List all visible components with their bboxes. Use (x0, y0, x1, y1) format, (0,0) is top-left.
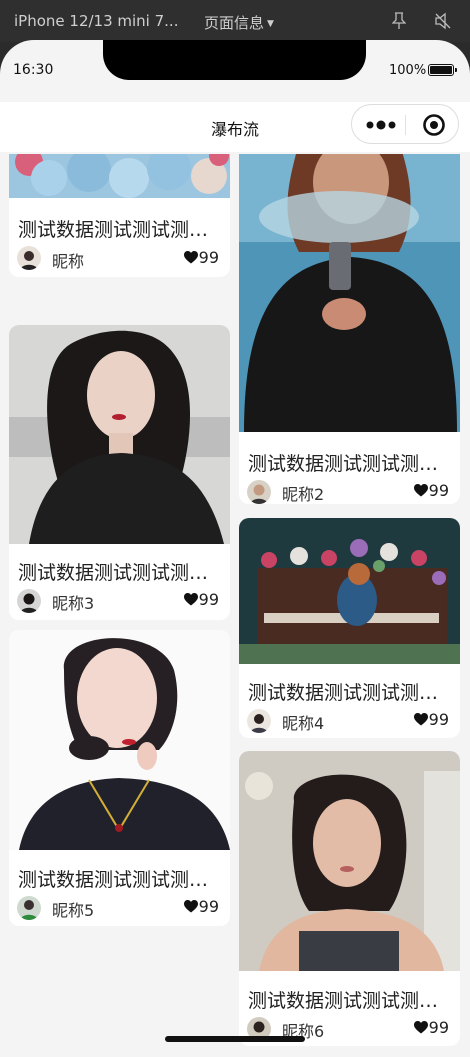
waterfall-feed[interactable]: 测试数据测试测试测试测试测试 昵称 99 测试数据测试测试测试测试测试 (0, 154, 470, 1057)
more-icon[interactable] (366, 120, 396, 130)
heart-icon (183, 593, 198, 606)
devtools-toolbar: iPhone 12/13 mini 7... 页面信息 ▼ (0, 0, 470, 42)
close-miniprogram-icon[interactable] (422, 113, 446, 137)
heart-icon (413, 484, 428, 497)
card-image (239, 154, 460, 432)
phone-notch (103, 40, 366, 80)
card-title: 测试数据测试测试测试测试测试 (248, 682, 451, 704)
navigation-bar: 瀑布流 (0, 102, 470, 152)
phone-screen: 16:30 100% 瀑布流 测试数据测试测试测试测试测试 (0, 40, 470, 1057)
like-count[interactable]: 99 (413, 1018, 449, 1037)
like-count-value: 99 (198, 897, 219, 916)
feed-card[interactable]: 测试数据测试测试测试测试测试 昵称3 99 (9, 325, 230, 620)
device-selector[interactable]: iPhone 12/13 mini 7... (14, 12, 178, 30)
like-count-value: 99 (428, 481, 449, 500)
card-image (9, 325, 230, 544)
status-time: 16:30 (13, 62, 54, 78)
card-title: 测试数据测试测试测试测试测试 (18, 562, 221, 584)
like-count[interactable]: 99 (413, 481, 449, 500)
card-image (239, 751, 460, 971)
card-nickname: 昵称 (52, 252, 85, 271)
feed-card[interactable]: 测试数据测试测试测试测试测试 昵称2 99 (239, 154, 460, 504)
feed-card[interactable]: 测试数据测试测试测试测试测试 昵称4 99 (239, 518, 460, 738)
home-indicator[interactable] (165, 1036, 305, 1042)
heart-icon (183, 900, 198, 913)
card-image (9, 154, 230, 198)
card-nickname: 昵称2 (282, 485, 325, 504)
card-image (239, 518, 460, 664)
like-count-value: 99 (198, 590, 219, 609)
chevron-down-icon: ▼ (267, 19, 274, 29)
battery-icon (428, 64, 457, 76)
pin-icon[interactable] (392, 12, 406, 30)
heart-icon (183, 251, 198, 264)
battery-percent: 100% (389, 63, 427, 78)
feed-card[interactable]: 测试数据测试测试测试测试测试 昵称 99 (9, 154, 230, 277)
user-avatar (17, 896, 41, 920)
page-info-label: 页面信息 (204, 14, 265, 32)
user-avatar (17, 589, 41, 613)
card-nickname: 昵称4 (282, 714, 325, 733)
like-count[interactable]: 99 (413, 710, 449, 729)
like-count[interactable]: 99 (183, 897, 219, 916)
user-avatar (17, 246, 41, 270)
like-count-value: 99 (428, 1018, 449, 1037)
mute-icon[interactable] (434, 12, 452, 30)
heart-icon (413, 1021, 428, 1034)
feed-card[interactable]: 测试数据测试测试测试测试测试 昵称5 99 (9, 630, 230, 926)
feed-card[interactable]: 测试数据测试测试测试测试测试 昵称6 99 (239, 751, 460, 1046)
card-nickname: 昵称3 (52, 594, 95, 613)
page-info-dropdown[interactable]: 页面信息 ▼ (204, 12, 274, 33)
user-avatar (247, 480, 271, 504)
card-title: 测试数据测试测试测试测试测试 (248, 453, 451, 475)
like-count[interactable]: 99 (183, 248, 219, 267)
card-nickname: 昵称5 (52, 901, 95, 920)
like-count[interactable]: 99 (183, 590, 219, 609)
user-avatar (247, 709, 271, 733)
heart-icon (413, 713, 428, 726)
card-title: 测试数据测试测试测试测试测试 (18, 219, 221, 241)
card-title: 测试数据测试测试测试测试测试 (248, 990, 451, 1012)
card-title: 测试数据测试测试测试测试测试 (18, 869, 221, 891)
capsule-divider (405, 115, 406, 135)
card-image (9, 630, 230, 850)
menu-capsule (351, 104, 459, 144)
like-count-value: 99 (428, 710, 449, 729)
like-count-value: 99 (198, 248, 219, 267)
